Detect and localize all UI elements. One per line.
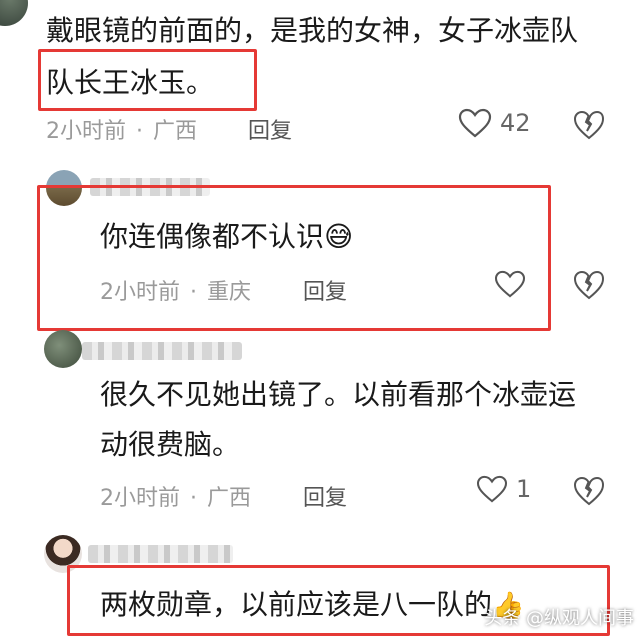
comment-location: 广西: [153, 119, 198, 144]
heart-outline-icon: [458, 108, 492, 138]
reply-button[interactable]: 回复: [303, 274, 347, 306]
like-button[interactable]: 1: [476, 475, 531, 503]
comment-location: 广西: [207, 486, 252, 511]
avatar[interactable]: [44, 330, 82, 368]
sweat-smile-emoji: 😅: [324, 220, 354, 253]
like-button[interactable]: [494, 270, 526, 298]
heart-outline-icon: [494, 270, 526, 298]
highlight-box: [38, 49, 257, 111]
comment-meta: 2小时前 · 广西: [100, 486, 252, 511]
comment-meta: 2小时前 · 重庆: [100, 280, 252, 305]
comment-meta: 2小时前 · 广西: [46, 119, 198, 144]
broken-heart-icon[interactable]: [573, 476, 605, 506]
reply-button[interactable]: 回复: [303, 480, 347, 512]
broken-heart-icon[interactable]: [573, 270, 605, 300]
avatar[interactable]: [0, 0, 28, 26]
watermark: 头条 @纵观人间事: [484, 608, 634, 629]
comment-text: 你连偶像都不认识😅: [100, 212, 353, 262]
comment-time: 2小时前: [100, 486, 180, 511]
heart-outline-icon: [476, 475, 508, 503]
username-blurred: [82, 342, 242, 360]
comment-location: 重庆: [207, 280, 252, 305]
comment-time: 2小时前: [46, 119, 126, 144]
broken-heart-icon[interactable]: [573, 110, 605, 140]
username-blurred: [88, 545, 233, 563]
like-count: 42: [500, 109, 531, 137]
reply-button[interactable]: 回复: [248, 113, 292, 145]
comment-text: 两枚勋章，以前应该是八一队的👍: [100, 580, 524, 631]
like-button[interactable]: 42: [458, 108, 531, 138]
comment-text-line1: 你连偶像都不认识: [100, 220, 325, 253]
comment-time: 2小时前: [100, 280, 180, 305]
comment-text-line1: 很久不见她出镜了。以前看那个冰壶运: [100, 378, 577, 411]
like-count: 1: [516, 475, 532, 503]
comment-thread: 戴眼镜的前面的，是我的女神，女子冰壶队 队长王冰玉。 2小时前 · 广西 回复 42…: [0, 0, 640, 636]
comment-text-line1: 两枚勋章，以前应该是八一队的: [100, 588, 493, 621]
comment-text-line2: 动很费脑。: [100, 428, 241, 461]
